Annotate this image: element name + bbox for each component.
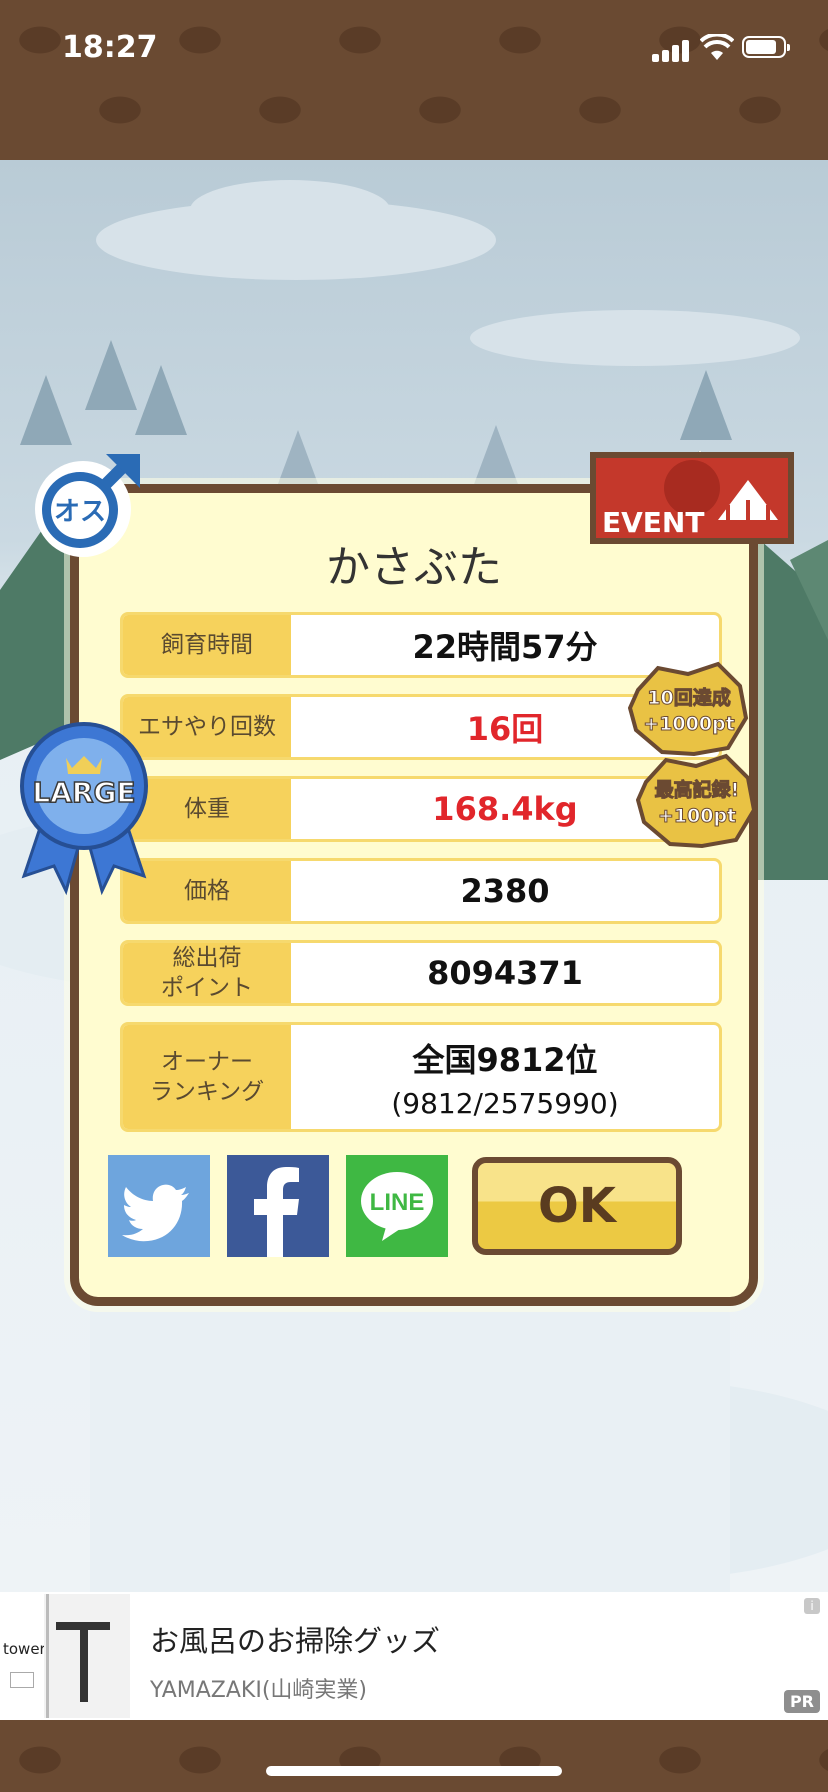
event-banner-icon: EVENT [590,452,794,544]
svg-text:最高記録!: 最高記録! [655,778,740,801]
line-share-button[interactable]: LINE [346,1155,448,1257]
row-total-shipping-points: 総出荷 ポイント 8094371 [120,940,722,1006]
bottom-pattern-bar [0,1720,828,1792]
twitter-share-button[interactable] [108,1155,210,1257]
ad-brand-label: tower [0,1632,46,1712]
cellular-signal-icon [652,38,692,62]
svg-text:+100pt: +100pt [658,805,736,827]
status-bar: 18:27 [0,0,828,100]
facebook-f-icon [254,1167,299,1257]
ad-product-image [44,1594,130,1718]
ad-banner[interactable]: tower お風呂のお掃除グッズ YAMAZAKI(山崎実業) i PR [0,1592,828,1720]
row-label: 総出荷 ポイント [123,943,291,1003]
svg-text:10回達成: 10回達成 [647,686,730,709]
row-label: 飼育時間 [123,615,291,675]
male-gender-badge-icon: オス [35,454,140,557]
ranking-detail: (9812/2575990) [391,1086,619,1120]
bonus-badge-feed-count: 10回達成 +1000pt [628,661,749,757]
row-value: 全国9812位 (9812/2575990) [291,1025,719,1129]
facebook-share-button[interactable] [227,1155,329,1257]
large-ribbon-badge-icon: LARGE [20,722,148,896]
twitter-bird-icon [122,1184,189,1242]
result-card: かさぶた 飼育時間 22時間57分 エサやり回数 16回 体重 168.4kg … [70,484,758,1306]
row-value: 2380 [460,872,550,910]
bonus-badge-record: 最高記録! +100pt [636,753,757,849]
row-value: 8094371 [427,954,583,992]
row-weight: 体重 168.4kg [120,776,722,842]
home-indicator[interactable] [266,1766,562,1776]
wifi-icon [700,34,734,60]
line-label: LINE [370,1189,425,1216]
svg-text:オス: オス [54,497,106,527]
ad-pr-badge: PR [783,1690,820,1713]
row-label: オーナー ランキング [123,1025,291,1129]
row-price: 価格 2380 [120,858,722,924]
line-logo-icon: LINE [361,1172,433,1241]
svg-text:LARGE: LARGE [32,776,135,809]
battery-icon [742,36,790,58]
status-time: 18:27 [62,30,158,65]
svg-text:+1000pt: +1000pt [643,713,734,735]
row-owner-ranking: オーナー ランキング 全国9812位 (9812/2575990) [120,1022,722,1132]
ad-title: お風呂のお掃除グッズ [150,1624,441,1658]
ok-button[interactable]: OK [472,1157,682,1255]
ranking-value: 全国9812位 [412,1040,598,1079]
ad-info-icon[interactable]: i [804,1598,820,1614]
svg-text:EVENT: EVENT [602,506,704,539]
ad-advertiser: YAMAZAKI(山崎実業) [150,1678,368,1703]
